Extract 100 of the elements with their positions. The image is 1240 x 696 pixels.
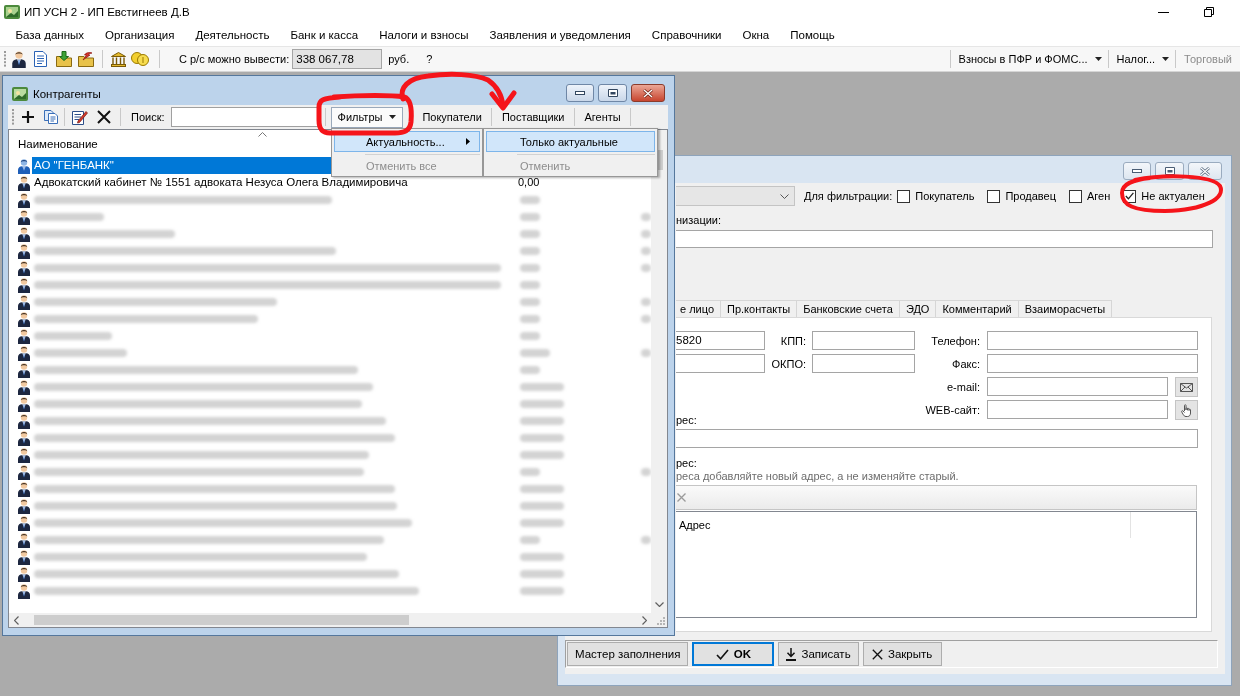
tab[interactable]: е лицо (676, 300, 722, 317)
blurred-text (520, 348, 550, 357)
menu-item[interactable]: База данных (5, 25, 95, 45)
menu-item[interactable]: Налоги и взносы (368, 25, 479, 45)
menu-item[interactable]: Справочники (641, 25, 733, 45)
plus-icon[interactable] (22, 111, 34, 123)
minimize-button[interactable] (1123, 162, 1151, 180)
blurred-text[interactable] (34, 314, 258, 323)
input-field[interactable] (987, 400, 1168, 419)
close-button[interactable] (631, 84, 665, 102)
menu-item[interactable]: Помощь (779, 25, 846, 45)
blurred-text[interactable] (34, 297, 277, 306)
help-link[interactable]: ? (426, 53, 433, 65)
blurred-text[interactable] (34, 433, 395, 442)
blurred-text[interactable] (34, 195, 332, 204)
scrollbar[interactable] (9, 613, 651, 627)
field-label: рес: (676, 413, 697, 427)
name-field[interactable] (676, 230, 1213, 248)
copy-icon[interactable] (44, 110, 58, 124)
input-field[interactable]: 5820 (676, 331, 765, 350)
bank-icon[interactable] (111, 51, 126, 67)
sort-caret-icon (258, 132, 267, 137)
combo-box[interactable] (676, 186, 795, 206)
blurred-text[interactable] (34, 280, 501, 289)
blurred-text[interactable] (34, 246, 336, 255)
edit-icon[interactable] (72, 109, 88, 125)
blurred-text (520, 501, 564, 510)
blurred-text[interactable] (34, 416, 386, 425)
address-field[interactable] (676, 429, 1198, 448)
input-field[interactable] (812, 354, 915, 373)
blurred-text[interactable] (34, 331, 112, 340)
blurred-text[interactable] (34, 535, 384, 544)
blurred-text[interactable] (34, 365, 358, 374)
minimize-icon[interactable] (1158, 11, 1169, 13)
input-field[interactable] (987, 377, 1168, 396)
tab[interactable]: Комментарий (935, 300, 1019, 317)
blurred-text (520, 552, 564, 561)
scroll-down-icon[interactable] (654, 602, 664, 607)
blurred-text[interactable] (34, 569, 399, 578)
blurred-text[interactable] (34, 399, 362, 408)
coins-icon[interactable] (131, 52, 149, 66)
menu-item[interactable]: Окна (732, 25, 780, 45)
blurred-text[interactable] (34, 501, 397, 510)
tab[interactable]: Взаиморасчеты (1017, 300, 1113, 317)
menu-item[interactable]: Только актуальные (486, 131, 655, 152)
contractor-name[interactable]: Адвокатский кабинет № 1551 адвоката Незуса Олега Владимировича (32, 174, 410, 191)
blurred-text[interactable] (34, 518, 412, 527)
blurred-text[interactable] (34, 382, 373, 391)
blurred-text[interactable] (34, 450, 369, 459)
folder-arrow-out-icon[interactable] (78, 51, 94, 67)
menu-item[interactable]: Деятельность (184, 25, 280, 45)
checkbox[interactable] (987, 189, 1001, 203)
dropdown-button[interactable]: Налог... (1108, 48, 1176, 70)
input-field[interactable] (812, 331, 915, 350)
blurred-text[interactable] (34, 467, 364, 476)
dialog-button[interactable]: Записать (778, 642, 859, 666)
scroll-right-icon[interactable] (642, 615, 647, 625)
blurred-text[interactable] (34, 484, 395, 493)
minimize-button[interactable] (566, 84, 594, 102)
checkbox[interactable] (897, 189, 911, 203)
blurred-text[interactable] (34, 552, 367, 561)
restore-icon[interactable] (1204, 7, 1214, 17)
toggle-button[interactable]: Поставщики (496, 106, 570, 128)
scrollbar[interactable] (651, 130, 667, 613)
grip-icon[interactable] (4, 51, 7, 67)
menu-item[interactable]: Заявления и уведомления (479, 25, 642, 45)
dialog-button[interactable]: Закрыть (862, 642, 942, 666)
blurred-text[interactable] (34, 586, 419, 595)
email-button[interactable] (1175, 377, 1198, 397)
blurred-text[interactable] (34, 212, 104, 221)
folder-arrow-in-icon[interactable] (56, 51, 72, 67)
blurred-text[interactable] (34, 348, 127, 357)
input-field[interactable] (987, 331, 1198, 350)
dialog-button[interactable]: Мастер заполнения (567, 642, 689, 666)
document-icon[interactable] (34, 51, 47, 67)
delete-icon[interactable] (97, 110, 111, 124)
tab[interactable]: Пр.контакты (720, 300, 798, 317)
resize-grip-icon[interactable] (657, 617, 665, 625)
web-button[interactable] (1175, 400, 1198, 420)
person-icon[interactable] (12, 50, 26, 68)
column-header[interactable]: Адрес (676, 512, 1131, 538)
dialog-button[interactable]: OK (692, 642, 775, 666)
menu-item[interactable]: Банк и касса (279, 25, 369, 45)
menu-item[interactable]: Организация (94, 25, 185, 45)
input-field[interactable] (987, 354, 1198, 373)
blurred-text[interactable] (34, 263, 501, 272)
maximize-button[interactable] (598, 84, 627, 102)
blurred-text (520, 263, 540, 272)
filter-dropdown-button[interactable]: Фильтры (330, 106, 404, 128)
tab[interactable]: ЭДО (898, 300, 937, 317)
scrollbar-thumb[interactable] (34, 615, 409, 625)
blurred-text[interactable] (34, 229, 175, 238)
person-icon (18, 412, 30, 429)
input-field[interactable] (676, 354, 765, 373)
checkbox[interactable] (1069, 189, 1082, 203)
grip-icon[interactable] (12, 109, 15, 125)
toggle-button[interactable]: Агенты (579, 106, 626, 128)
scroll-left-icon[interactable] (14, 615, 19, 625)
dropdown-button[interactable]: Взносы в ПФР и ФОМС... (950, 48, 1108, 70)
toggle-button[interactable]: Покупатели (417, 106, 487, 128)
